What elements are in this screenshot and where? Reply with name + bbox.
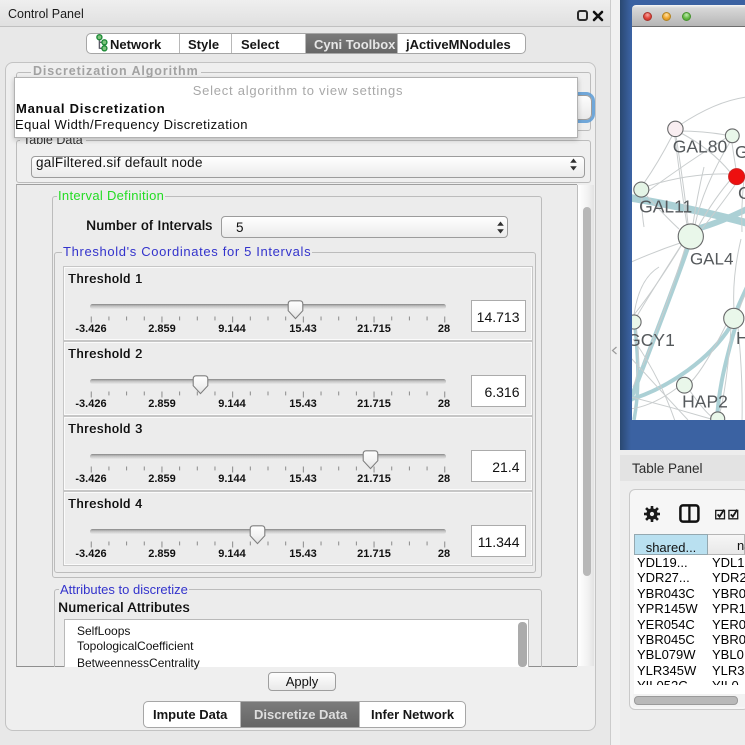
svg-text:GAL4: GAL4 (690, 250, 733, 269)
svg-text:HAP2: HAP2 (682, 392, 728, 412)
svg-text:GCY1: GCY1 (632, 330, 675, 350)
svg-text:GAL: GAL (735, 142, 745, 162)
svg-text:HA: HA (736, 328, 745, 348)
svg-text:CR: CR (738, 183, 745, 203)
svg-text:GAL11: GAL11 (639, 197, 692, 217)
svg-text:GAL80: GAL80 (673, 137, 728, 157)
